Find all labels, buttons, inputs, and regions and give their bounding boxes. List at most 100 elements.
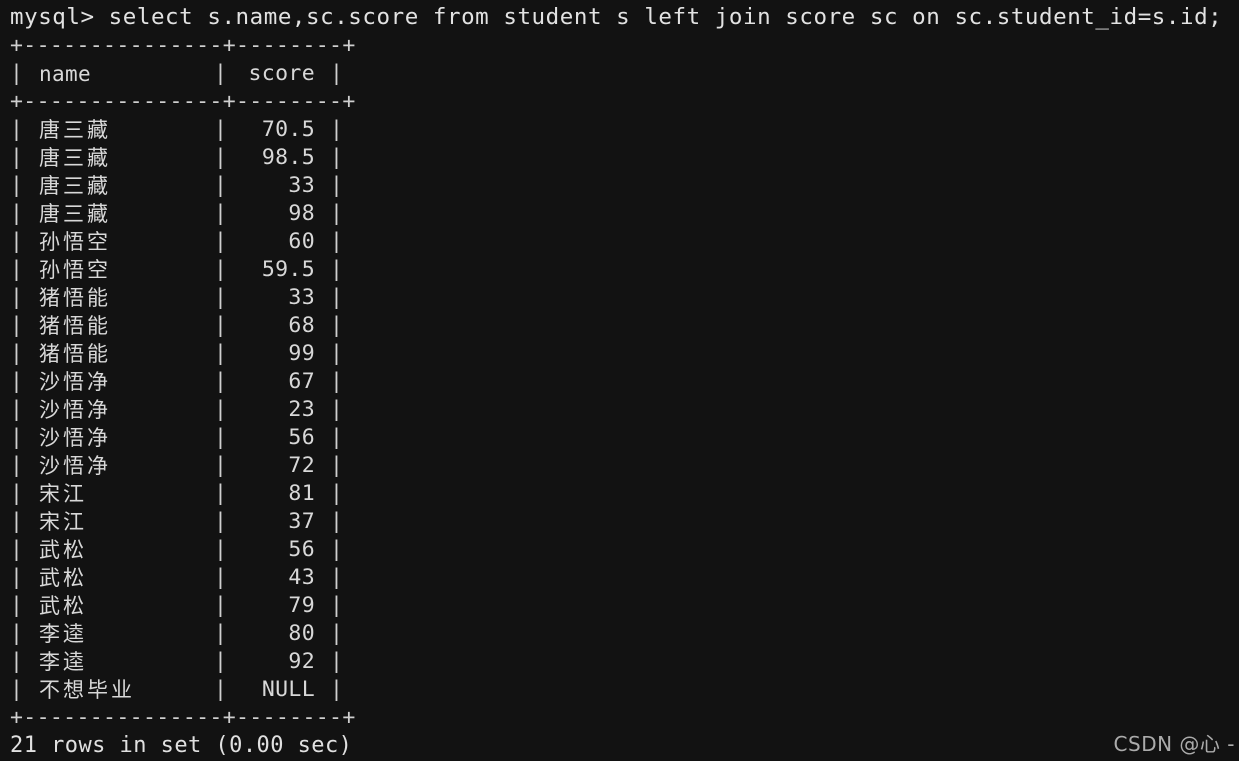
- table-row: | 宋江 | 37 |: [0, 508, 1239, 536]
- cell-score: 56: [288, 425, 315, 450]
- cell-name: 武松: [39, 594, 87, 618]
- row-divider-right: |: [330, 201, 343, 226]
- row-divider-right: |: [330, 145, 343, 170]
- cell-score: 60: [288, 229, 315, 254]
- table-bottom-rule: +---------------+--------+: [10, 705, 356, 730]
- row-divider-left: |: [10, 621, 23, 646]
- cell-score: 33: [288, 285, 315, 310]
- table-row: | 孙悟空 | 59.5 |: [0, 256, 1239, 284]
- table-row: | 唐三藏 | 98 |: [0, 200, 1239, 228]
- cell-name: 猪悟能: [39, 286, 111, 310]
- cell-score: 81: [288, 481, 315, 506]
- row-divider-right: |: [330, 677, 343, 702]
- row-divider-middle: |: [214, 117, 227, 142]
- row-divider-middle: |: [214, 229, 227, 254]
- cell-score: 79: [288, 593, 315, 618]
- row-divider-middle: |: [214, 369, 227, 394]
- cell-score: 92: [288, 649, 315, 674]
- column-divider-right: |: [330, 61, 343, 86]
- cell-score: 59.5: [261, 257, 315, 282]
- row-divider-middle: |: [214, 593, 227, 618]
- table-header-rule: +---------------+--------+: [10, 89, 356, 114]
- row-divider-left: |: [10, 509, 23, 534]
- cell-name: 宋江: [39, 482, 87, 506]
- table-row: | 唐三藏 | 98.5 |: [0, 144, 1239, 172]
- row-divider-right: |: [330, 621, 343, 646]
- table-row: | 不想毕业 | NULL |: [0, 676, 1239, 704]
- row-divider-right: |: [330, 565, 343, 590]
- row-divider-left: |: [10, 145, 23, 170]
- table-row: | 武松 | 43 |: [0, 564, 1239, 592]
- cell-name: 孙悟空: [39, 258, 111, 282]
- cell-score: 99: [288, 341, 315, 366]
- row-divider-left: |: [10, 481, 23, 506]
- cell-score: 56: [288, 537, 315, 562]
- table-body: | 唐三藏 | 70.5 | | 唐三藏 | 98.5 | | 唐三藏 | 33 | | 唐三藏 | 98 | | 孙悟空…: [0, 116, 1239, 704]
- row-divider-left: |: [10, 341, 23, 366]
- row-divider-middle: |: [214, 173, 227, 198]
- cell-score: 68: [288, 313, 315, 338]
- cell-name: 李逵: [39, 622, 87, 646]
- table-row: | 沙悟净 | 72 |: [0, 452, 1239, 480]
- row-divider-left: |: [10, 677, 23, 702]
- result-status-line: 21 rows in set (0.00 sec): [10, 733, 353, 758]
- cell-name: 唐三藏: [39, 174, 111, 198]
- csdn-watermark: CSDN @心 -: [1113, 732, 1235, 756]
- cell-score: NULL: [261, 677, 315, 702]
- cell-name: 武松: [39, 538, 87, 562]
- row-divider-middle: |: [214, 201, 227, 226]
- row-divider-right: |: [330, 229, 343, 254]
- table-row: | 沙悟净 | 23 |: [0, 396, 1239, 424]
- row-divider-middle: |: [214, 481, 227, 506]
- row-divider-left: |: [10, 285, 23, 310]
- column-header-name: name: [39, 62, 91, 86]
- row-divider-middle: |: [214, 565, 227, 590]
- row-divider-right: |: [330, 453, 343, 478]
- row-divider-middle: |: [214, 621, 227, 646]
- row-divider-middle: |: [214, 453, 227, 478]
- row-divider-right: |: [330, 285, 343, 310]
- row-divider-middle: |: [214, 313, 227, 338]
- cell-score: 37: [288, 509, 315, 534]
- cell-name: 唐三藏: [39, 202, 111, 226]
- row-divider-right: |: [330, 481, 343, 506]
- row-divider-right: |: [330, 649, 343, 674]
- row-divider-middle: |: [214, 145, 227, 170]
- row-divider-middle: |: [214, 397, 227, 422]
- cell-name: 宋江: [39, 510, 87, 534]
- table-row: | 武松 | 56 |: [0, 536, 1239, 564]
- cell-score: 70.5: [261, 117, 315, 142]
- row-divider-middle: |: [214, 509, 227, 534]
- row-divider-middle: |: [214, 649, 227, 674]
- terminal-window: mysql> select s.name,sc.score from stude…: [0, 0, 1239, 761]
- cell-name: 沙悟净: [39, 398, 111, 422]
- table-row: | 沙悟净 | 56 |: [0, 424, 1239, 452]
- table-row: | 武松 | 79 |: [0, 592, 1239, 620]
- row-divider-right: |: [330, 313, 343, 338]
- row-divider-right: |: [330, 369, 343, 394]
- cell-name: 沙悟净: [39, 426, 111, 450]
- cell-name: 猪悟能: [39, 342, 111, 366]
- table-row: | 猪悟能 | 99 |: [0, 340, 1239, 368]
- row-divider-middle: |: [214, 285, 227, 310]
- row-divider-right: |: [330, 537, 343, 562]
- table-row: | 唐三藏 | 70.5 |: [0, 116, 1239, 144]
- cell-score: 23: [288, 397, 315, 422]
- row-divider-middle: |: [214, 257, 227, 282]
- row-divider-left: |: [10, 565, 23, 590]
- row-divider-middle: |: [214, 677, 227, 702]
- cell-name: 沙悟净: [39, 370, 111, 394]
- row-divider-right: |: [330, 397, 343, 422]
- row-divider-left: |: [10, 117, 23, 142]
- cell-score: 33: [288, 173, 315, 198]
- row-divider-left: |: [10, 173, 23, 198]
- table-row: | 孙悟空 | 60 |: [0, 228, 1239, 256]
- cell-name: 沙悟净: [39, 454, 111, 478]
- row-divider-right: |: [330, 173, 343, 198]
- row-divider-left: |: [10, 369, 23, 394]
- row-divider-left: |: [10, 201, 23, 226]
- row-divider-right: |: [330, 257, 343, 282]
- cell-score: 43: [288, 565, 315, 590]
- cell-score: 98: [288, 201, 315, 226]
- table-row: | 李逵 | 80 |: [0, 620, 1239, 648]
